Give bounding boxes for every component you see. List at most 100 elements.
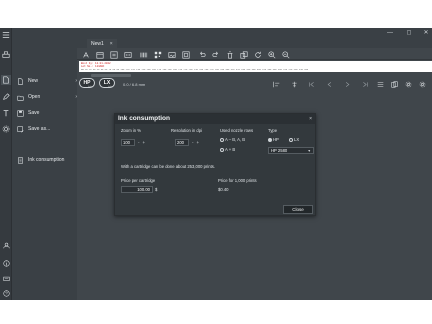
zoom-increment-button[interactable]: + [143,140,146,145]
menu-item-save[interactable]: Save [16,108,74,118]
help-icon[interactable] [1,288,11,298]
text-icon[interactable] [1,108,11,118]
menu-item-label: Open [28,94,41,100]
zoom-label: Zoom in % [121,128,142,133]
icon-rail [0,28,12,300]
dialog-close-icon[interactable]: × [309,114,312,124]
align-center-icon[interactable] [290,80,299,89]
file-menu-panel: New › Open › Save Save as... Ink consump… [12,38,77,300]
document-tab-bar: New1 × [77,38,432,48]
menu-item-open[interactable]: Open › [16,92,77,102]
previous-icon[interactable] [325,80,334,89]
radio-label: HP [273,137,279,142]
file-icon[interactable] [1,75,11,85]
zoom-input[interactable]: 100 [121,139,135,146]
undo-icon[interactable] [197,50,206,59]
image-tool-icon[interactable] [167,50,176,59]
pages-icon[interactable] [390,80,399,89]
open-folder-icon [16,93,24,101]
last-icon[interactable] [361,80,370,89]
label-preview[interactable]: Best by: 12.01.2022 Lot No.: 123ABC mm 1… [79,61,432,72]
type-option-lx[interactable]: LX [289,137,299,142]
counter-tool-icon[interactable] [109,50,118,59]
first-icon[interactable] [307,80,316,89]
prints-estimate: With a cartridge can be done about 253,0… [121,164,216,169]
print-icon[interactable] [1,50,11,60]
new-file-icon [16,77,24,85]
ink-consumption-dialog: Ink consumption × Zoom in % 100 - + Reso… [114,113,316,216]
type-label: Type [268,128,278,133]
close-window-button[interactable]: ✕ [420,28,432,38]
menu-item-new[interactable]: New › [16,76,77,86]
align-left-icon[interactable] [272,80,281,89]
gear-alt-icon[interactable] [418,80,427,89]
shape-tool-icon[interactable] [181,50,190,59]
resolution-spinner: 200 - + [175,139,199,146]
settings-icon[interactable] [1,124,11,134]
printer-lx-sub: Inkjet [108,86,113,88]
size-readout: 0.0 / 6.8 mm [123,82,146,87]
ruler: mm 10 20 30 40 50 60 70 80 90 100 110 12… [81,68,309,71]
horizontal-scrollbar[interactable] [91,74,131,77]
barcode-tool-icon[interactable] [139,50,148,59]
rotate-icon[interactable] [253,50,262,59]
delete-icon[interactable] [225,50,234,59]
close-button[interactable]: Close [283,205,313,214]
resolution-decrement-button[interactable]: - [192,140,194,145]
date-tool-icon[interactable] [95,50,104,59]
save-icon [16,109,24,117]
zoom-decrement-button[interactable]: - [138,140,140,145]
gear-icon[interactable] [404,80,413,89]
list-icon[interactable] [376,80,385,89]
minimize-button[interactable]: — [384,28,396,38]
copy-icon[interactable] [239,50,248,59]
tab-new1[interactable]: New1 × [87,39,117,48]
resolution-increment-button[interactable]: + [197,140,200,145]
menu-item-label: Ink consumption [28,157,65,163]
radio-label: A + B [225,147,236,152]
nozzle-option-all[interactable]: A – B, A, B [220,137,245,142]
radio-indicator [220,137,224,142]
printer-type-toggles: HP Inkjet LX Inkjet [79,78,115,90]
next-icon[interactable] [343,80,352,89]
price-per-label: Price for 1,000 prints [218,178,257,183]
qrcode-tool-icon[interactable] [153,50,162,59]
user-icon[interactable] [1,240,11,250]
price-input[interactable]: 100.00 [121,186,153,193]
redo-icon[interactable] [211,50,220,59]
nozzle-label: Used nozzle rows [220,128,254,133]
radio-label: LX [294,137,300,142]
resolution-label: Resolution in dpi [171,128,202,133]
field-tool-icon[interactable] [123,50,132,59]
menu-item-label: Save as... [28,126,51,132]
printer-hp-toggle[interactable]: HP Inkjet [79,78,95,88]
nozzle-option-a-plus-b[interactable]: A + B [220,147,235,152]
cartridge-select-value: HP 2580 [271,148,288,153]
printer-lx-toggle[interactable]: LX Inkjet [99,78,115,88]
zoom-in-icon[interactable] [267,50,276,59]
editor-toolbar [77,48,432,60]
info-icon[interactable] [1,258,11,268]
menu-item-save-as[interactable]: Save as... [16,124,74,134]
chevron-down-icon: ▼ [307,148,311,153]
text-tool-icon[interactable] [81,50,90,59]
maximize-button[interactable]: ◻ [403,28,415,38]
menu-item-ink-consumption[interactable]: Ink consumption [16,155,74,165]
zoom-out-icon[interactable] [281,50,290,59]
save-as-icon [16,125,24,133]
radio-label: A – B, A, B [225,137,246,142]
price-per-value: $0.40 [218,187,229,192]
tab-label: New1 [91,40,104,47]
type-option-hp[interactable]: HP [268,137,279,142]
radio-indicator [220,147,224,152]
keyboard-icon[interactable] [1,273,11,283]
hamburger-menu-icon[interactable] [1,30,11,40]
close-tab-icon[interactable]: × [110,41,113,47]
title-bar: — ◻ ✕ [0,28,432,38]
cartridge-select[interactable]: HP 2580 ▼ [268,147,314,154]
radio-indicator [268,137,272,142]
resolution-input[interactable]: 200 [175,139,189,146]
radio-indicator [289,137,293,142]
edit-icon[interactable] [1,92,11,102]
zoom-spinner: 100 - + [121,139,145,146]
